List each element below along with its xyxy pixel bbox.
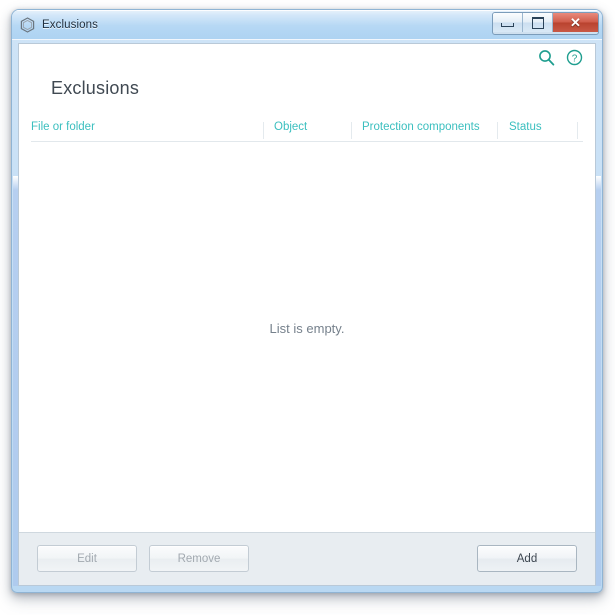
column-header-protection-components[interactable]: Protection components	[362, 121, 480, 133]
exclusions-window: Exclusions ✕ ? Exclusions File or folder…	[11, 9, 603, 593]
window-controls: ✕	[492, 12, 599, 35]
svg-text:?: ?	[572, 53, 578, 64]
desktop-background: Exclusions ✕ ? Exclusions File or folder…	[0, 0, 615, 615]
column-header-file-or-folder[interactable]: File or folder	[31, 121, 95, 133]
maximize-button[interactable]	[523, 13, 553, 32]
page-title: Exclusions	[51, 78, 140, 98]
add-button[interactable]: Add	[477, 545, 577, 572]
window-titlebar[interactable]: Exclusions ✕	[12, 10, 602, 40]
column-header-status[interactable]: Status	[509, 121, 542, 133]
column-divider-2	[351, 122, 352, 139]
close-icon: ✕	[570, 15, 581, 30]
close-button[interactable]: ✕	[553, 13, 598, 32]
window-client-area: ? Exclusions File or folder Object Prote…	[12, 39, 602, 592]
minimize-button[interactable]	[493, 13, 523, 32]
page-footer: Edit Remove Add	[19, 532, 595, 585]
empty-list-message: List is empty.	[269, 320, 345, 336]
toolbar-icon-group: ?	[538, 49, 583, 71]
help-icon[interactable]: ?	[566, 49, 583, 71]
column-divider-1	[263, 122, 264, 139]
search-icon[interactable]	[538, 49, 555, 71]
exclusions-list[interactable]: List is empty.	[19, 142, 595, 532]
remove-button[interactable]: Remove	[149, 545, 249, 572]
shield-hexagon-icon	[20, 16, 35, 33]
titlebar-left-group: Exclusions	[20, 10, 98, 39]
list-column-header: File or folder Object Protection compone…	[31, 121, 583, 142]
window-title: Exclusions	[42, 18, 98, 31]
page-toolbar: ?	[19, 44, 595, 74]
column-divider-4	[577, 122, 578, 139]
column-divider-3	[497, 122, 498, 139]
edit-button[interactable]: Edit	[37, 545, 137, 572]
column-header-object[interactable]: Object	[274, 121, 307, 133]
maximize-icon	[531, 16, 544, 29]
frame-accent-rail-right	[596, 176, 601, 586]
exclusions-page: ? Exclusions File or folder Object Prote…	[18, 43, 596, 586]
minimize-icon	[501, 23, 514, 27]
